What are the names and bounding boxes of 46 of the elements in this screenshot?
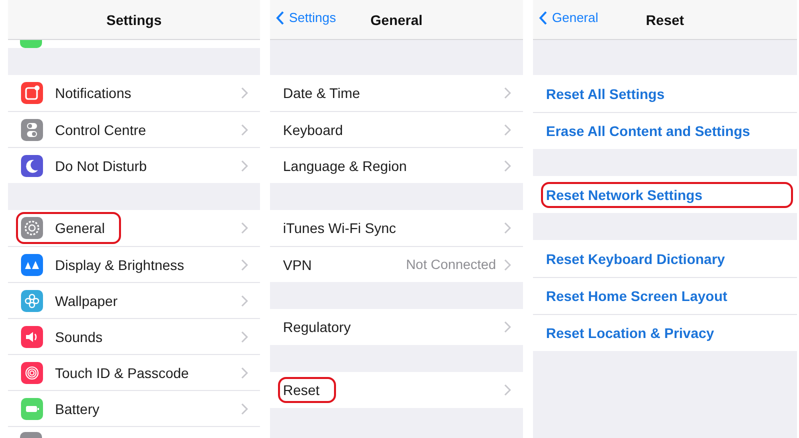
- row-label: Wallpaper: [55, 292, 118, 308]
- chevron-right-icon: [241, 258, 248, 270]
- chevron-right-icon: [504, 321, 511, 333]
- chevron-right-icon: [504, 87, 511, 99]
- screen-title: Reset: [646, 12, 684, 28]
- chevron-right-icon: [241, 160, 248, 172]
- chevron-right-icon: [504, 222, 511, 234]
- row-label: Battery: [55, 400, 100, 416]
- row-label: Notifications: [55, 85, 132, 101]
- back-button[interactable]: Settings: [276, 10, 336, 25]
- screen-title: General: [370, 12, 423, 28]
- chevron-right-icon: [504, 124, 511, 136]
- chevron-right-icon: [504, 258, 511, 270]
- row-label: Regulatory: [283, 319, 351, 335]
- row-label: General: [55, 220, 105, 236]
- row-label: Sounds: [55, 328, 102, 344]
- row-label: Reset Location & Privacy: [546, 325, 714, 341]
- chevron-left-icon: [276, 10, 284, 24]
- back-button[interactable]: General: [539, 10, 598, 25]
- chevron-right-icon: [504, 384, 511, 396]
- row-label: Keyboard: [283, 122, 343, 138]
- row-label: Reset Network Settings: [546, 186, 702, 202]
- chevron-right-icon: [241, 402, 248, 414]
- row-label: Do Not Disturb: [55, 158, 147, 174]
- row-label: iTunes Wi-Fi Sync: [283, 220, 396, 236]
- row-label: Language & Region: [283, 158, 407, 174]
- chevron-right-icon: [241, 330, 248, 342]
- chevron-right-icon: [241, 222, 248, 234]
- row-label: Erase All Content and Settings: [546, 123, 750, 139]
- chevron-left-icon: [539, 10, 547, 24]
- row-label: Reset All Settings: [546, 86, 665, 102]
- row-label: Reset Home Screen Layout: [546, 288, 728, 304]
- row-value: Not Connected: [406, 257, 496, 272]
- row-label: VPN: [283, 256, 312, 272]
- screen-title: Settings: [106, 12, 162, 28]
- row-label: Reset: [283, 382, 320, 398]
- chevron-right-icon: [504, 160, 511, 172]
- row-label: Control Centre: [55, 122, 146, 138]
- row-label: Reset Keyboard Dictionary: [546, 250, 725, 266]
- chevron-right-icon: [241, 366, 248, 378]
- row-label: Display & Brightness: [55, 256, 184, 272]
- chevron-right-icon: [241, 294, 248, 306]
- chevron-right-icon: [241, 87, 248, 99]
- row-label: Touch ID & Passcode: [55, 364, 189, 380]
- chevron-right-icon: [241, 124, 248, 136]
- row-label: Date & Time: [283, 85, 360, 101]
